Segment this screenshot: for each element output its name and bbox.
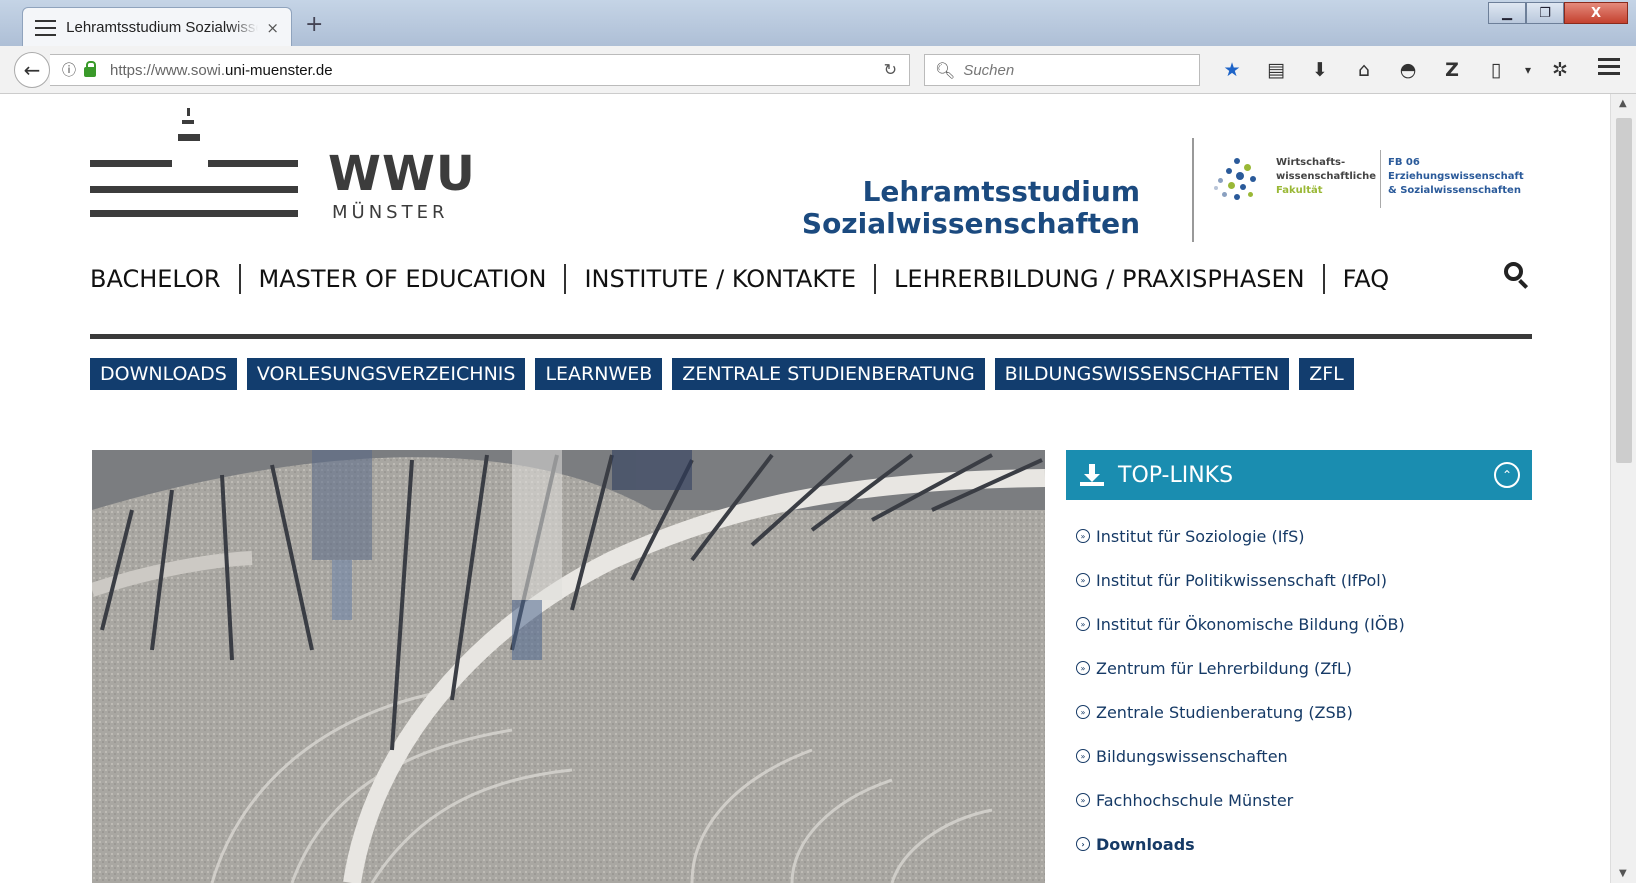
url-bar[interactable]: ⓘ https://www.sowi.uni-muenster.de ↻ [50,54,910,86]
link-label[interactable]: Institut für Soziologie (IfS) [1096,527,1304,546]
faculty-line2: wissenschaftliche [1276,171,1377,182]
arrow-circle-icon: » [1076,793,1090,807]
top-links-title: TOP-LINKS [1118,462,1234,488]
quick-link-vorlesungsverzeichnis[interactable]: VORLESUNGSVERZEICHNIS [246,358,526,390]
list-item[interactable]: » Institut für Ökonomische Bildung (IÖB) [1076,602,1405,646]
quick-link-learnweb[interactable]: LEARNWEB [535,358,663,390]
lock-icon [84,61,96,77]
search-placeholder: Suchen [963,61,1015,79]
minimize-button[interactable]: ▁ [1488,2,1526,24]
list-item[interactable]: » Fachhochschule Münster [1076,778,1405,822]
browser-titlebar: Lehramtsstudium Sozialwisse × + ▁ ❐ X [0,0,1636,47]
fb-line1: FB 06 [1388,157,1420,168]
search-icon: 🔍︎ [935,60,956,80]
download-icon[interactable]: ⬇ [1298,59,1342,81]
zotero-icon[interactable]: Z [1430,59,1474,81]
list-item[interactable]: » Zentrale Studienberatung (ZSB) [1076,690,1405,734]
quick-link-studienberatung[interactable]: ZENTRALE STUDIENBERATUNG [672,358,985,390]
dropdown-icon[interactable]: ▾ [1518,63,1538,77]
scroll-thumb[interactable] [1616,118,1632,463]
faculty-dot-logo-icon[interactable] [1210,154,1266,210]
quick-links: DOWNLOADS VORLESUNGSVERZEICHNIS LEARNWEB… [90,358,1354,390]
logo-city: MÜNSTER [332,202,449,223]
nav-faq[interactable]: FAQ [1325,265,1408,293]
browser-toolbar: ★ ▤ ⬇ ⌂ ◓ Z ▯ ▾ ✲ [1210,54,1582,86]
page-scrollbar[interactable]: ▲ ▼ [1610,94,1636,883]
link-label[interactable]: Institut für Ökonomische Bildung (IÖB) [1096,615,1405,634]
star-icon[interactable]: ★ [1210,59,1254,81]
faculty-name[interactable]: Wirtschafts- wissenschaftliche Fakultät [1276,156,1376,198]
nav-bachelor[interactable]: BACHELOR [90,265,239,293]
scroll-down-icon[interactable]: ▼ [1619,868,1627,879]
nav-divider [90,334,1532,339]
faculty-line3: Fakultät [1276,185,1323,196]
link-label[interactable]: Bildungswissenschaften [1096,747,1288,766]
site-title-line2: Sozialwissenschaften [801,207,1140,240]
reading-list-icon[interactable]: ▤ [1254,59,1298,81]
site-title-line1: Lehramtsstudium [862,175,1140,208]
info-icon[interactable]: ⓘ [62,60,76,80]
download-icon [1080,464,1104,486]
arrow-circle-icon: › [1076,837,1090,851]
new-tab-button[interactable]: + [305,12,323,37]
list-item[interactable]: » Bildungswissenschaften [1076,734,1405,778]
pocket-icon[interactable]: ◓ [1386,59,1430,81]
url-text[interactable]: https://www.sowi.uni-muenster.de [110,62,333,79]
list-item[interactable]: » Institut für Soziologie (IfS) [1076,514,1405,558]
link-label[interactable]: Zentrum für Lehrerbildung (ZfL) [1096,659,1352,678]
page-icon[interactable]: ▯ [1474,59,1518,81]
page-favicon-icon [35,19,57,36]
top-links-list: » Institut für Soziologie (IfS) » Institut… [1076,514,1405,866]
fb-line3: & Sozialwissenschaften [1388,185,1521,196]
arrow-circle-icon: » [1076,661,1090,675]
department-name[interactable]: FB 06 Erziehungswissenschaft & Sozialwis… [1388,156,1524,198]
nav-lehrerbildung[interactable]: LEHRERBILDUNG / PRAXISPHASEN [876,265,1323,293]
arrow-circle-icon: » [1076,705,1090,719]
wwu-logo[interactable]: WWU MÜNSTER [90,106,475,223]
quick-link-zfl[interactable]: ZFL [1299,358,1354,390]
list-item[interactable]: » Zentrum für Lehrerbildung (ZfL) [1076,646,1405,690]
chevron-up-icon[interactable]: ⌃ [1494,462,1520,488]
browser-tab[interactable]: Lehramtsstudium Sozialwisse × [22,7,292,47]
link-label[interactable]: Institut für Politikwissenschaft (IfPol) [1096,571,1387,590]
list-item[interactable]: › Downloads [1076,822,1405,866]
back-arrow-icon: ← [23,58,41,82]
web-page: WWU MÜNSTER Lehramtsstudium Sozialwissen… [0,94,1610,883]
link-label[interactable]: Downloads [1096,835,1195,854]
arrow-circle-icon: » [1076,749,1090,763]
fb-line2: Erziehungswissenschaft [1388,171,1524,182]
site-search-icon[interactable] [1502,260,1532,290]
maximize-button[interactable]: ❐ [1526,2,1564,24]
link-label[interactable]: Zentrale Studienberatung (ZSB) [1096,703,1353,722]
reload-icon[interactable]: ↻ [884,60,897,79]
tab-close-icon[interactable]: × [266,19,279,37]
tab-title: Lehramtsstudium Sozialwisse [66,19,259,36]
search-bar[interactable]: 🔍︎ Suchen [924,54,1200,86]
browser-navbar: ← ⓘ https://www.sowi.uni-muenster.de ↻ 🔍… [0,46,1636,94]
hero-image-spiral-staircase [92,450,1045,883]
nav-institute-kontakte[interactable]: INSTITUTE / KONTAKTE [566,265,874,293]
home-icon[interactable]: ⌂ [1342,59,1386,81]
arrow-circle-icon: » [1076,617,1090,631]
close-window-button[interactable]: X [1564,2,1628,24]
scroll-up-icon[interactable]: ▲ [1619,98,1627,109]
extension-icon[interactable]: ✲ [1538,59,1582,81]
top-links-header[interactable]: TOP-LINKS ⌃ [1066,450,1532,500]
window-controls: ▁ ❐ X [1488,2,1628,24]
main-navigation: BACHELOR MASTER OF EDUCATION INSTITUTE /… [90,264,1407,294]
nav-master-of-education[interactable]: MASTER OF EDUCATION [241,265,565,293]
link-label[interactable]: Fachhochschule Münster [1096,791,1293,810]
quick-link-bildungswissenschaften[interactable]: BILDUNGSWISSENSCHAFTEN [994,358,1290,390]
divider [1380,150,1381,208]
menu-icon[interactable] [1598,58,1620,75]
site-title: Lehramtsstudium Sozialwissenschaften [802,176,1140,240]
back-button[interactable]: ← [14,52,50,88]
logo-wordmark: WWU [328,146,476,202]
faculty-line1: Wirtschafts- [1276,157,1346,168]
quick-link-downloads[interactable]: DOWNLOADS [90,358,237,390]
arrow-circle-icon: » [1076,573,1090,587]
divider [1192,138,1194,242]
list-item[interactable]: » Institut für Politikwissenschaft (IfPol… [1076,558,1405,602]
arrow-circle-icon: » [1076,529,1090,543]
